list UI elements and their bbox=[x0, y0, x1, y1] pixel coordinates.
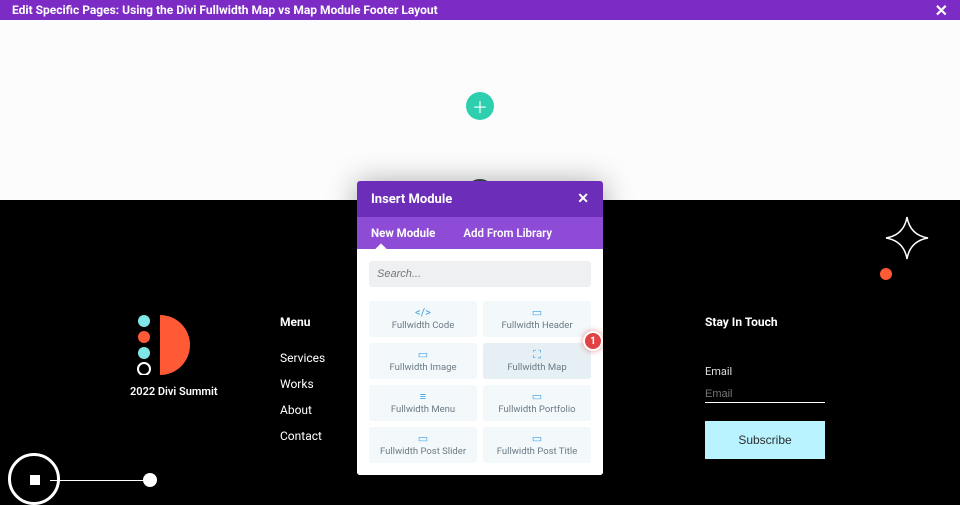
module-item-fullwidth-portfolio[interactable]: ▭ Fullwidth Portfolio bbox=[483, 385, 591, 421]
module-label: Fullwidth Menu bbox=[391, 404, 455, 415]
footer-subscribe: Stay In Touch Email Subscribe bbox=[705, 315, 825, 459]
diamond-decoration-icon bbox=[884, 215, 930, 261]
modal-body: </> Fullwidth Code ▭ Fullwidth Header ▭ Fullw… bbox=[357, 249, 603, 475]
module-item-fullwidth-header[interactable]: ▭ Fullwidth Header bbox=[483, 301, 591, 337]
modal-close-icon[interactable]: ✕ bbox=[577, 191, 589, 207]
page-title: Edit Specific Pages: Using the Divi Full… bbox=[12, 3, 438, 17]
module-icon: ▭ bbox=[532, 391, 542, 402]
module-icon: ▭ bbox=[532, 433, 542, 444]
module-item-fullwidth-menu[interactable]: ≡ Fullwidth Menu bbox=[369, 385, 477, 421]
email-label: Email bbox=[705, 365, 825, 378]
module-grid: </> Fullwidth Code ▭ Fullwidth Header ▭ Fullw… bbox=[369, 301, 591, 463]
builder-canvas: ＋ ＋ bbox=[0, 20, 960, 200]
footer-link-works[interactable]: Works bbox=[280, 377, 325, 391]
module-label: Fullwidth Map bbox=[507, 362, 566, 373]
page-title-bar: Edit Specific Pages: Using the Divi Full… bbox=[0, 0, 960, 20]
module-icon: ≡ bbox=[420, 391, 426, 402]
tab-new-module[interactable]: New Module bbox=[357, 217, 449, 249]
callout-badge: 1 bbox=[583, 331, 603, 351]
summit-logo-icon bbox=[130, 315, 208, 375]
module-item-fullwidth-map[interactable]: ⛶Fullwidth Map1 bbox=[483, 343, 591, 379]
footer-link-services[interactable]: Services bbox=[280, 351, 325, 365]
module-item-fullwidth-code[interactable]: </> Fullwidth Code bbox=[369, 301, 477, 337]
bottom-left-line-decoration bbox=[50, 480, 146, 481]
module-item-fullwidth-post-title[interactable]: ▭ Fullwidth Post Title bbox=[483, 427, 591, 463]
email-field[interactable] bbox=[705, 386, 825, 403]
module-icon: ⛶ bbox=[533, 349, 541, 360]
module-label: Fullwidth Post Slider bbox=[380, 446, 466, 457]
module-search-input[interactable] bbox=[369, 261, 591, 287]
module-item-fullwidth-image[interactable]: ▭ Fullwidth Image bbox=[369, 343, 477, 379]
modal-title: Insert Module bbox=[371, 192, 452, 207]
module-label: Fullwidth Portfolio bbox=[498, 404, 575, 415]
module-icon: ▭ bbox=[532, 307, 542, 318]
footer-logo-block: 2022 Divi Summit bbox=[130, 315, 218, 398]
bottom-left-dot-decoration bbox=[143, 473, 157, 487]
tab-add-from-library[interactable]: Add From Library bbox=[449, 217, 566, 249]
bottom-left-circle-decoration bbox=[8, 453, 60, 505]
module-item-fullwidth-post-slider[interactable]: ▭ Fullwidth Post Slider bbox=[369, 427, 477, 463]
module-icon: ▭ bbox=[418, 433, 428, 444]
logo-caption: 2022 Divi Summit bbox=[130, 385, 218, 398]
module-label: Fullwidth Code bbox=[392, 320, 455, 331]
add-section-button[interactable]: ＋ bbox=[466, 92, 494, 120]
modal-header: Insert Module ✕ bbox=[357, 181, 603, 217]
menu-heading: Menu bbox=[280, 315, 325, 329]
module-label: Fullwidth Header bbox=[501, 320, 572, 331]
stay-heading: Stay In Touch bbox=[705, 315, 825, 329]
modal-tabs: New Module Add From Library bbox=[357, 217, 603, 249]
insert-module-modal: Insert Module ✕ New Module Add From Libr… bbox=[357, 181, 603, 475]
module-icon: </> bbox=[415, 307, 431, 318]
module-label: Fullwidth Image bbox=[390, 362, 457, 373]
close-icon[interactable]: ✕ bbox=[935, 1, 948, 20]
orange-dot-decoration bbox=[880, 268, 892, 280]
subscribe-button[interactable]: Subscribe bbox=[705, 421, 825, 459]
footer-link-about[interactable]: About bbox=[280, 403, 325, 417]
module-icon: ▭ bbox=[418, 349, 428, 360]
footer-menu: Menu Services Works About Contact bbox=[280, 315, 325, 455]
module-label: Fullwidth Post Title bbox=[497, 446, 577, 457]
footer-link-contact[interactable]: Contact bbox=[280, 429, 325, 443]
